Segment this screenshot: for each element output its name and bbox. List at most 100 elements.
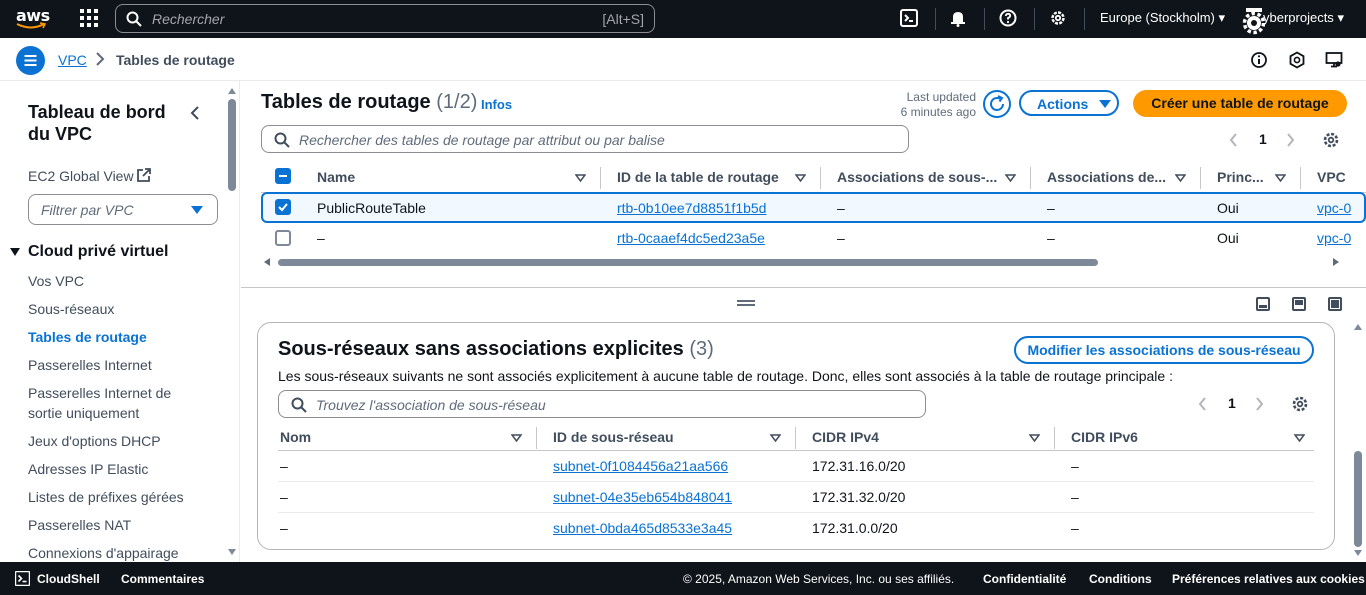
services-grid-icon[interactable] <box>80 9 100 29</box>
sidebar-item-tables-de-routage[interactable]: Tables de routage <box>28 327 208 347</box>
settings-icon[interactable] <box>1049 9 1069 29</box>
terms-link[interactable]: Conditions <box>1089 572 1152 586</box>
column-header-vpc[interactable]: VPC <box>1317 169 1346 185</box>
global-search-input[interactable]: Rechercher [Alt+S] <box>115 4 655 33</box>
privacy-link[interactable]: Confidentialité <box>983 572 1066 586</box>
column-header-ipv4[interactable]: CIDR IPv4 <box>812 429 879 445</box>
table-settings-icon[interactable] <box>1291 395 1309 413</box>
refresh-button[interactable] <box>983 90 1011 118</box>
info-icon[interactable] <box>1250 51 1268 69</box>
account-menu[interactable]: yberprojects ▾ <box>1263 10 1344 26</box>
chevron-left-icon[interactable] <box>1229 133 1238 147</box>
notifications-hexagon-icon[interactable] <box>1288 51 1306 69</box>
scroll-down-icon[interactable] <box>228 549 236 555</box>
table-row[interactable]: PublicRouteTable rtb-0b10ee7d8851f1b5d –… <box>261 192 1366 223</box>
column-divider[interactable] <box>1054 427 1055 449</box>
sort-caret-icon[interactable] <box>511 434 522 442</box>
bell-icon[interactable] <box>949 9 969 29</box>
sidebar-section-cloud[interactable]: Cloud privé virtuel <box>10 243 168 261</box>
sidebar-global-view-link[interactable]: EC2 Global View <box>28 168 134 184</box>
split-full-icon[interactable] <box>1328 297 1342 311</box>
route-table-id-link[interactable]: rtb-0caaef4dc5ed23a5e <box>617 230 765 246</box>
column-header-main[interactable]: Princ... <box>1217 169 1264 185</box>
close-sidebar-icon[interactable] <box>190 105 200 121</box>
sidebar-title[interactable]: Tableau de bord du VPC <box>28 101 188 145</box>
subnet-id-link[interactable]: subnet-0f1084456a21aa566 <box>553 458 728 474</box>
chevron-left-icon[interactable] <box>1198 397 1207 411</box>
sidebar-item-sous-reseaux[interactable]: Sous-réseaux <box>28 299 208 319</box>
table-row[interactable]: – rtb-0caaef4dc5ed23a5e – – Oui vpc-0 <box>261 223 1366 254</box>
sidebar-item-prefix-lists[interactable]: Listes de préfixes gérées <box>28 487 208 507</box>
route-table-search-input[interactable]: Rechercher des tables de routage par att… <box>261 125 909 153</box>
sidebar-item-elastic-ip[interactable]: Adresses IP Elastic <box>28 459 208 479</box>
page-number[interactable]: 1 <box>1228 395 1236 411</box>
floating-gear-icon[interactable] <box>1241 8 1267 38</box>
aws-logo[interactable]: aws <box>16 6 50 32</box>
feedback-screen-icon[interactable] <box>1325 51 1343 69</box>
sidebar-item-passerelles-internet[interactable]: Passerelles Internet <box>28 355 208 375</box>
sort-caret-icon[interactable] <box>770 434 781 442</box>
subnet-id-link[interactable]: subnet-0bda465d8533e3a45 <box>553 520 732 536</box>
cloudshell-link[interactable]: CloudShell <box>37 572 100 586</box>
breadcrumb-vpc-link[interactable]: VPC <box>58 52 87 68</box>
feedback-link[interactable]: Commentaires <box>121 572 204 586</box>
subnet-association-search-input[interactable]: Trouvez l'association de sous-réseau <box>278 390 926 418</box>
column-header-ipv6[interactable]: CIDR IPv6 <box>1071 429 1138 445</box>
route-table-id-link[interactable]: rtb-0b10ee7d8851f1b5d <box>617 200 766 216</box>
menu-toggle-button[interactable] <box>16 46 45 75</box>
scroll-down-icon[interactable] <box>1354 550 1362 556</box>
split-panel-divider[interactable] <box>241 287 1366 288</box>
column-divider[interactable] <box>600 167 601 189</box>
vpc-id-link[interactable]: vpc-0 <box>1317 230 1351 246</box>
drag-handle-icon[interactable] <box>737 300 755 306</box>
sort-caret-icon[interactable] <box>575 174 586 182</box>
subnet-id-link[interactable]: subnet-04e35eb654b848041 <box>553 489 732 505</box>
help-icon[interactable] <box>999 9 1019 29</box>
scroll-up-icon[interactable] <box>228 88 236 94</box>
chevron-right-icon[interactable] <box>1286 133 1295 147</box>
select-all-checkbox[interactable] <box>275 168 291 184</box>
row-checkbox[interactable] <box>275 199 291 215</box>
info-link[interactable]: Infos <box>481 97 512 112</box>
actions-button[interactable]: Actions <box>1019 90 1119 116</box>
row-checkbox[interactable] <box>275 230 291 246</box>
horizontal-scrollbar[interactable] <box>278 259 1098 266</box>
sidebar-item-dhcp[interactable]: Jeux d'options DHCP <box>28 431 208 451</box>
chevron-right-icon[interactable] <box>1255 397 1264 411</box>
column-divider[interactable] <box>1200 167 1201 189</box>
sort-caret-icon[interactable] <box>1005 174 1016 182</box>
column-header-route-table-id[interactable]: ID de la table de routage <box>617 169 779 185</box>
vpc-filter-select[interactable]: Filtrer par VPC <box>28 194 218 225</box>
scroll-up-icon[interactable] <box>1354 324 1362 330</box>
split-side-icon[interactable] <box>1292 297 1306 311</box>
scroll-right-icon[interactable] <box>1333 258 1339 266</box>
sidebar-item-nat[interactable]: Passerelles NAT <box>28 515 208 535</box>
sort-caret-icon[interactable] <box>795 174 806 182</box>
column-header-subnet-associations[interactable]: Associations de sous-... <box>837 169 997 185</box>
column-header-edge-associations[interactable]: Associations de... <box>1047 169 1166 185</box>
sidebar-item-vos-vpc[interactable]: Vos VPC <box>28 271 208 291</box>
column-header-subnet-id[interactable]: ID de sous-réseau <box>553 429 674 445</box>
sort-caret-icon[interactable] <box>1275 174 1286 182</box>
column-divider[interactable] <box>1300 167 1301 189</box>
scroll-left-icon[interactable] <box>264 258 270 266</box>
sidebar-scrollbar[interactable] <box>228 99 236 191</box>
table-settings-icon[interactable] <box>1322 131 1340 149</box>
split-bottom-icon[interactable] <box>1256 297 1270 311</box>
sort-caret-icon[interactable] <box>1294 434 1305 442</box>
column-divider[interactable] <box>820 167 821 189</box>
sort-caret-icon[interactable] <box>1029 434 1040 442</box>
column-header-nom[interactable]: Nom <box>280 429 311 445</box>
sort-caret-icon[interactable] <box>1175 174 1186 182</box>
sidebar-item-peering[interactable]: Connexions d'appairage <box>28 543 208 562</box>
column-header-name[interactable]: Name <box>317 169 355 185</box>
column-divider[interactable] <box>795 427 796 449</box>
column-divider[interactable] <box>1030 167 1031 189</box>
page-number[interactable]: 1 <box>1259 131 1267 147</box>
main-scrollbar[interactable] <box>1354 451 1362 547</box>
modify-subnet-associations-button[interactable]: Modifier les associations de sous-réseau <box>1014 336 1314 364</box>
sidebar-item-passerelles-sortie[interactable]: Passerelles Internet de sortie uniquemen… <box>28 383 188 423</box>
region-selector[interactable]: Europe (Stockholm) ▾ <box>1100 10 1225 26</box>
cloudshell-icon[interactable] <box>900 9 920 29</box>
create-route-table-button[interactable]: Créer une table de routage <box>1133 90 1347 117</box>
